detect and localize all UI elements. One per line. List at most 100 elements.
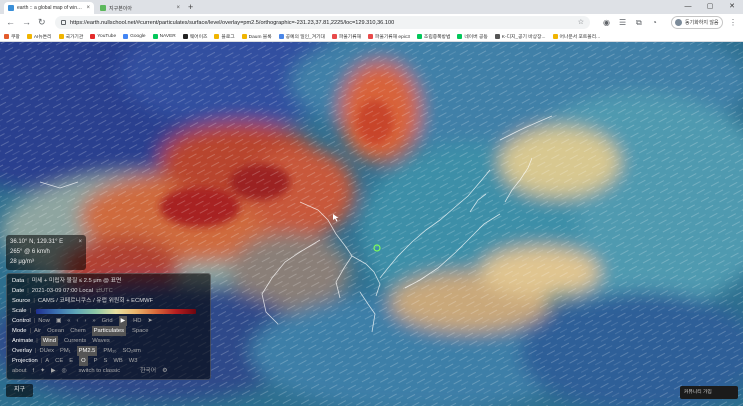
- projection-option[interactable]: W3: [129, 356, 138, 366]
- bookmark-item[interactable]: 쿠팡: [4, 33, 20, 40]
- close-tab-icon[interactable]: ×: [86, 5, 90, 11]
- tab-earth[interactable]: earth :: a global map of wind, we ×: [4, 2, 94, 14]
- bookmark-item[interactable]: 공예의 일인_겨기대: [278, 33, 325, 40]
- hd-toggle[interactable]: HD: [133, 316, 141, 326]
- bookmark-item[interactable]: 파울기류재 epic3: [368, 33, 410, 40]
- back-icon[interactable]: ←: [6, 17, 15, 28]
- collections-icon[interactable]: ⧉: [636, 17, 642, 28]
- account-icon[interactable]: ◔: [652, 17, 657, 28]
- bookmark-label: 어나운서 포트폴리...: [559, 34, 601, 40]
- bookmark-favicon-icon: [90, 33, 96, 39]
- bookmark-item[interactable]: 조립증폭방법: [416, 33, 450, 40]
- projection-option[interactable]: CE: [55, 356, 63, 366]
- language-link[interactable]: 한국어: [140, 366, 156, 376]
- community-join-button[interactable]: 커뮤니티 가입: [680, 386, 738, 399]
- tab-second[interactable]: 지구본이아 ×: [96, 2, 184, 14]
- mode-option[interactable]: Chem: [70, 326, 85, 336]
- bookmark-label: Daum 블록: [248, 34, 272, 40]
- bookmark-item[interactable]: Google: [123, 33, 146, 39]
- bookmark-item[interactable]: NAVER: [152, 33, 176, 39]
- menu-icon[interactable]: ⋮: [729, 17, 737, 28]
- window-close-icon[interactable]: ✕: [721, 0, 743, 14]
- mode-row: Mode | Air Ocean Chem Particulates Space: [12, 326, 205, 336]
- profile-sync-button[interactable]: 동기화하지 않음: [671, 16, 723, 29]
- calendar-icon[interactable]: ▣: [56, 316, 61, 326]
- mode-option[interactable]: Ocean: [47, 326, 64, 336]
- bookmark-item[interactable]: 블로그: [214, 33, 235, 40]
- facebook-icon[interactable]: f: [33, 366, 35, 376]
- step-forward-button[interactable]: ›: [84, 316, 86, 326]
- new-tab-icon[interactable]: +: [188, 2, 193, 12]
- projection-option[interactable]: P: [94, 356, 98, 366]
- projection-option[interactable]: A: [45, 356, 49, 366]
- data-label: Data: [12, 278, 25, 284]
- overlay-option[interactable]: DUex: [40, 346, 55, 356]
- mode-option[interactable]: Particulates: [91, 326, 126, 336]
- address-bar[interactable]: https://earth.nullschool.net/#current/pa…: [55, 16, 590, 29]
- bookmark-item[interactable]: K-디지_공기 바상장...: [494, 33, 546, 40]
- bookmark-label: NAVER: [159, 33, 176, 39]
- forward-icon[interactable]: →: [22, 17, 31, 28]
- bookmark-item[interactable]: 네이버 공동: [457, 33, 488, 40]
- extension-icon[interactable]: ◉: [603, 17, 610, 28]
- projection-option[interactable]: E: [69, 356, 73, 366]
- utc-toggle[interactable]: ⇄UTC: [96, 286, 113, 296]
- mode-option[interactable]: Air: [34, 326, 41, 336]
- step-back-button[interactable]: ‹: [77, 316, 79, 326]
- date-value[interactable]: 2021-03-09 07:00 Local: [32, 286, 93, 296]
- bookmark-star-icon[interactable]: ☆: [578, 18, 584, 26]
- bookmark-favicon-icon: [457, 33, 463, 39]
- locate-icon[interactable]: ➤: [147, 316, 152, 326]
- bookmark-item[interactable]: AI뉴튼리: [26, 33, 52, 40]
- maximize-icon[interactable]: ▢: [699, 0, 721, 14]
- overlay-label: Overlay: [12, 348, 32, 354]
- switch-classic-link[interactable]: switch to classic: [79, 366, 121, 376]
- animate-option[interactable]: Currents: [64, 336, 86, 346]
- earth-menu-button[interactable]: 지구: [6, 384, 33, 397]
- animate-option[interactable]: Wind: [40, 336, 58, 346]
- reading-list-icon[interactable]: ☰: [619, 17, 626, 28]
- overlay-option[interactable]: PM₁₀: [103, 346, 116, 356]
- about-link[interactable]: about: [12, 366, 27, 376]
- bookmark-item[interactable]: 웨어이즈: [182, 33, 207, 40]
- close-readout-icon[interactable]: ×: [78, 237, 82, 247]
- minimize-icon[interactable]: —: [677, 0, 699, 14]
- youtube-icon[interactable]: ▶: [51, 366, 55, 376]
- overlay-option[interactable]: SO₂sm: [122, 346, 140, 356]
- animate-label: Animate: [12, 338, 34, 344]
- divider: |: [29, 328, 32, 334]
- footer-row: about f ✦ ▶ ◎ switch to classic 한국어 ⚙: [12, 366, 205, 376]
- twitter-icon[interactable]: ✦: [40, 366, 45, 376]
- grid-toggle[interactable]: Grid: [102, 316, 113, 326]
- overlay-row: Overlay | DUex PM₁ PM2.5 PM₁₀ SO₂sm: [12, 346, 205, 356]
- overlay-option[interactable]: PM2.5: [76, 346, 98, 356]
- step-forward-far-button[interactable]: »: [92, 316, 95, 326]
- projection-option[interactable]: S: [104, 356, 108, 366]
- address-url: https://earth.nullschool.net/#current/pa…: [70, 19, 395, 26]
- color-scale-bar[interactable]: [36, 308, 197, 314]
- bookmark-item[interactable]: 어나운서 포트폴리...: [552, 33, 601, 40]
- play-icon[interactable]: ▶: [118, 316, 128, 326]
- projection-option[interactable]: WB: [113, 356, 122, 366]
- control-row: Control | Now ▣ « ‹ › » Grid ▶ HD ➤: [12, 316, 205, 326]
- close-tab-icon[interactable]: ×: [176, 5, 180, 11]
- settings-icon[interactable]: ⚙: [162, 366, 167, 376]
- overlay-option[interactable]: PM₁: [60, 346, 71, 356]
- bookmark-item[interactable]: 국가기관: [58, 33, 83, 40]
- bookmark-item[interactable]: 파울기류재: [331, 33, 361, 40]
- wind-readout: 265° @ 6 km/h: [10, 249, 50, 255]
- reload-icon[interactable]: ↻: [38, 17, 46, 28]
- bookmark-favicon-icon: [26, 33, 32, 39]
- bookmark-item[interactable]: Daum 블록: [241, 33, 272, 40]
- bookmark-label: YouTube: [97, 33, 117, 39]
- tab-strip: earth :: a global map of wind, we × 지구본이…: [0, 0, 743, 14]
- instagram-icon[interactable]: ◎: [61, 366, 66, 376]
- now-button[interactable]: Now: [38, 316, 50, 326]
- bookmark-item[interactable]: YouTube: [90, 33, 117, 39]
- step-back-far-button[interactable]: «: [67, 316, 70, 326]
- mode-option[interactable]: Space: [132, 326, 148, 336]
- bookmark-favicon-icon: [494, 33, 500, 39]
- animate-option[interactable]: Waves: [92, 336, 110, 346]
- browser-window: earth :: a global map of wind, we × 지구본이…: [0, 0, 743, 406]
- projection-option[interactable]: O: [79, 356, 88, 366]
